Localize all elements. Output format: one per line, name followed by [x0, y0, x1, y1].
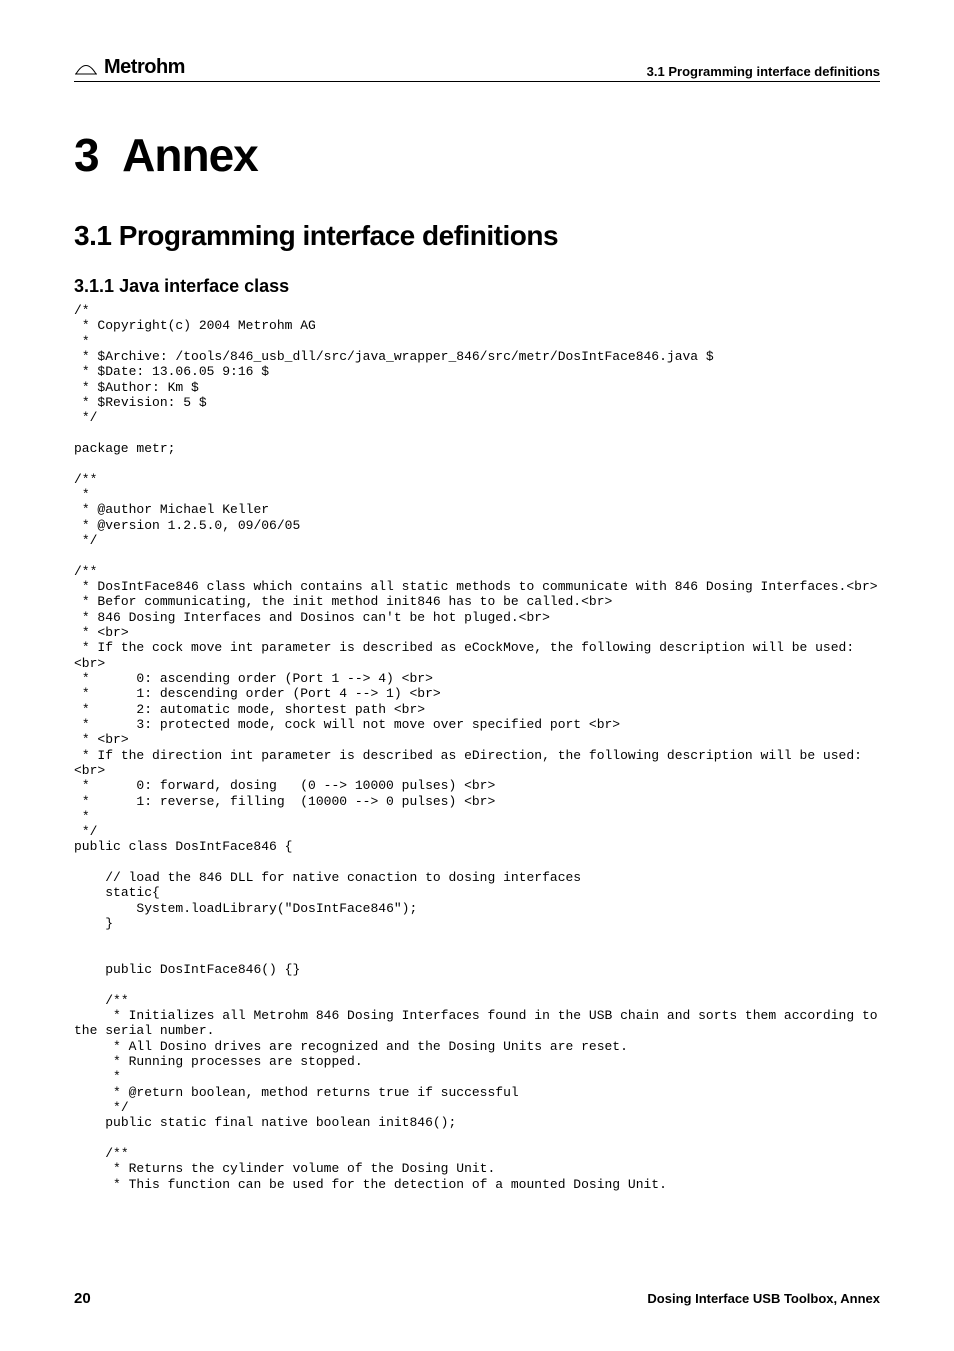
header-section-label: 3.1 Programming interface definitions [647, 64, 880, 79]
chapter-number: 3 [74, 129, 99, 181]
page-header: Metrohm 3.1 Programming interface defini… [74, 56, 880, 82]
subsection-number: 3.1.1 [74, 276, 114, 296]
chapter-title: 3 Annex [74, 128, 880, 182]
code-listing: /* * Copyright(c) 2004 Metrohm AG * * $A… [74, 303, 880, 1192]
page-number: 20 [74, 1290, 91, 1307]
brand-name: Metrohm [104, 56, 185, 79]
brand-icon [74, 61, 98, 75]
subsection-title: 3.1.1 Java interface class [74, 276, 880, 297]
section-title: 3.1 Programming interface definitions [74, 220, 880, 252]
section-name: Programming interface definitions [119, 220, 558, 251]
footer-title: Dosing Interface USB Toolbox, Annex [647, 1291, 880, 1306]
brand: Metrohm [74, 56, 185, 79]
page-footer: 20 Dosing Interface USB Toolbox, Annex [74, 1290, 880, 1307]
section-number: 3.1 [74, 220, 111, 251]
subsection-name: Java interface class [119, 276, 289, 296]
chapter-name: Annex [122, 129, 258, 181]
